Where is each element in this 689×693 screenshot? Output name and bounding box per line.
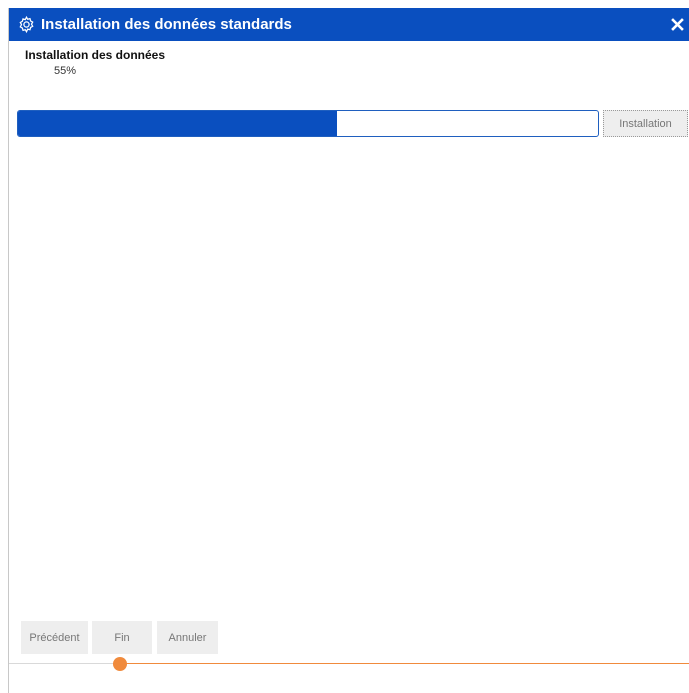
gear-icon [19, 15, 34, 34]
installation-dialog: Installation des données standards Insta… [8, 8, 689, 693]
previous-button[interactable]: Précédent [21, 621, 88, 654]
progress-heading: Installation des données [25, 48, 166, 62]
dialog-titlebar: Installation des données standards [9, 8, 689, 41]
close-icon[interactable] [669, 15, 686, 34]
slider-track-left [9, 663, 113, 664]
install-button[interactable]: Installation [603, 110, 688, 137]
progress-bar [17, 110, 599, 137]
progress-fill [18, 111, 337, 136]
progress-percent: 55% [54, 65, 77, 77]
finish-button[interactable]: Fin [92, 621, 152, 654]
dialog-title: Installation des données standards [41, 16, 292, 33]
cancel-button[interactable]: Annuler [157, 621, 218, 654]
slider-handle[interactable] [113, 657, 127, 671]
